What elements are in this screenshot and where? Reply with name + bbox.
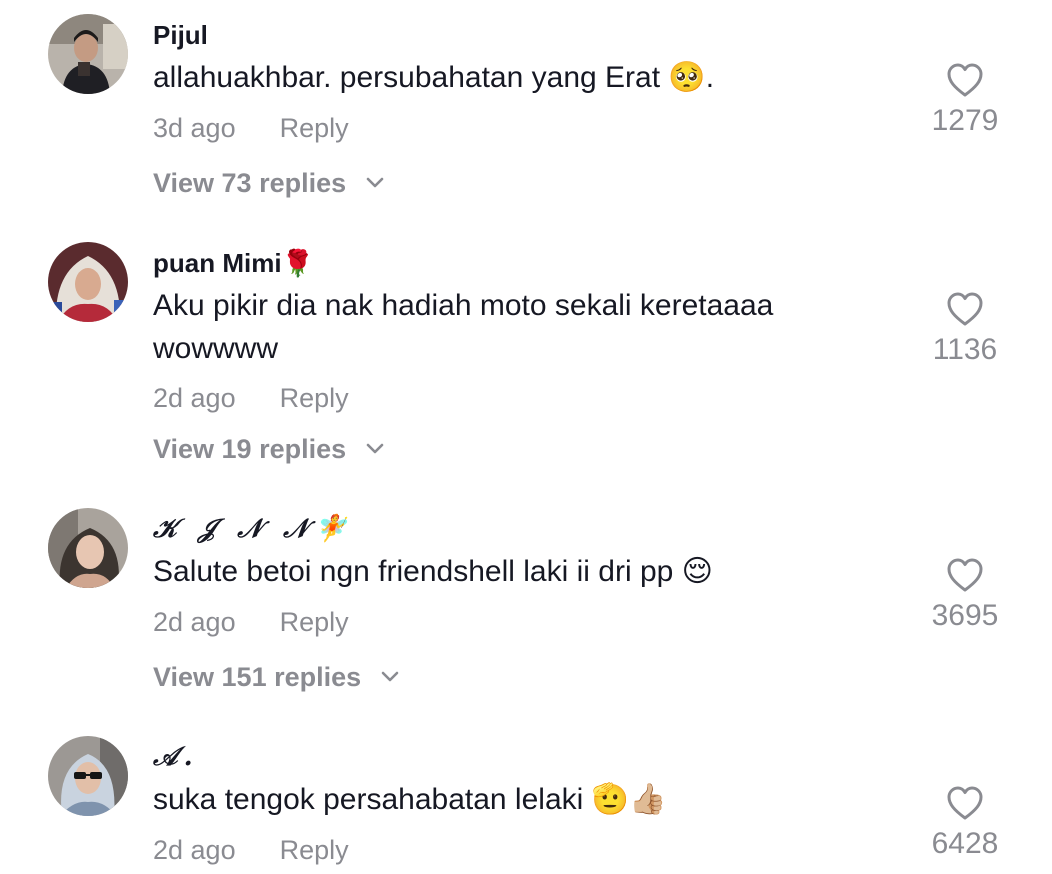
heart-outline-icon[interactable] bbox=[946, 785, 984, 821]
like-control: 1279 bbox=[905, 62, 1025, 140]
username-text: Pijul bbox=[153, 20, 208, 50]
like-control: 1136 bbox=[905, 291, 1025, 369]
avatar[interactable] bbox=[48, 242, 128, 322]
username-text: 𝒦 𝒥 𝒩 𝒩 bbox=[153, 514, 315, 544]
reply-button[interactable]: Reply bbox=[280, 383, 349, 413]
like-count: 1279 bbox=[931, 104, 999, 137]
username-text: 𝒜. bbox=[153, 742, 199, 772]
username[interactable]: 𝒦 𝒥 𝒩 𝒩🧚 bbox=[153, 512, 352, 546]
comment-text: Salute betoi ngn friendshell laki ii dri… bbox=[153, 555, 713, 588]
like-count: 6428 bbox=[931, 827, 999, 860]
view-replies-label: View 19 replies bbox=[153, 434, 347, 464]
username[interactable]: Pijul bbox=[153, 18, 208, 52]
comment-meta: 2d ago Reply bbox=[153, 381, 349, 415]
username-emoji: 🧚 bbox=[314, 514, 353, 544]
timestamp: 3d ago bbox=[153, 113, 236, 143]
comment-meta: 3d ago Reply bbox=[153, 111, 349, 145]
chevron-down-icon bbox=[366, 177, 383, 188]
view-replies-button[interactable]: View 19 replies bbox=[153, 432, 384, 466]
comment-meta: 2d ago Reply bbox=[153, 833, 349, 867]
view-replies-label: View 151 replies bbox=[153, 662, 362, 692]
reply-button[interactable]: Reply bbox=[280, 835, 349, 865]
chevron-down-icon bbox=[366, 443, 383, 454]
avatar[interactable] bbox=[48, 508, 128, 588]
username[interactable]: puan Mimi🌹 bbox=[153, 246, 314, 280]
view-replies-button[interactable]: View 73 replies bbox=[153, 166, 384, 200]
username-emoji: 🌹 bbox=[281, 248, 314, 278]
avatar[interactable] bbox=[48, 736, 128, 816]
view-replies-button[interactable]: View 151 replies bbox=[153, 660, 399, 694]
username[interactable]: 𝒜. bbox=[153, 740, 199, 774]
comment-meta: 2d ago Reply bbox=[153, 605, 349, 639]
username-text: puan Mimi bbox=[153, 248, 282, 278]
reply-button[interactable]: Reply bbox=[280, 113, 349, 143]
comment-text: allahuakhbar. persubahatan yang Erat 🥺. bbox=[153, 61, 715, 94]
heart-outline-icon[interactable] bbox=[946, 291, 984, 327]
chevron-down-icon bbox=[381, 671, 398, 682]
like-control: 3695 bbox=[905, 557, 1025, 635]
comment-text: suka tengok persahabatan lelaki 🫡👍🏼 bbox=[153, 783, 667, 816]
view-replies-label: View 73 replies bbox=[153, 168, 347, 198]
comment-text: Aku pikir dia nak hadiah moto sekali ker… bbox=[153, 289, 774, 365]
timestamp: 2d ago bbox=[153, 383, 236, 413]
timestamp: 2d ago bbox=[153, 835, 236, 865]
heart-outline-icon[interactable] bbox=[946, 62, 984, 98]
avatar[interactable] bbox=[48, 14, 128, 94]
like-count: 1136 bbox=[932, 333, 998, 366]
timestamp: 2d ago bbox=[153, 607, 236, 637]
like-control: 6428 bbox=[905, 785, 1025, 863]
reply-button[interactable]: Reply bbox=[280, 607, 349, 637]
like-count: 3695 bbox=[931, 599, 999, 632]
heart-outline-icon[interactable] bbox=[946, 557, 984, 593]
